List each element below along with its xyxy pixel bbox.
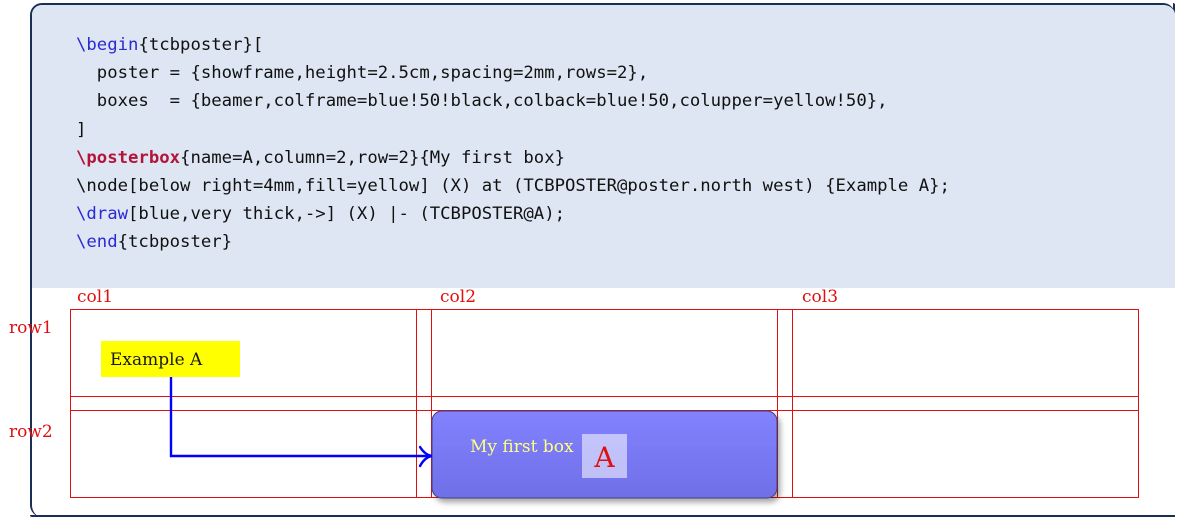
row-label: row1 [9, 318, 53, 338]
column-label: col1 [77, 287, 113, 307]
row-label: row2 [9, 422, 53, 442]
poster-illustration: col1 col2 col3 row1 row2 My first box A … [9, 287, 1139, 499]
posterbox-a-text: My first box [470, 437, 574, 457]
example-node-label: Example A [110, 350, 203, 370]
box-name-label: A [593, 441, 615, 474]
connector-arrow [169, 377, 428, 458]
column-label: col2 [440, 287, 476, 307]
column-label: col3 [802, 287, 838, 307]
